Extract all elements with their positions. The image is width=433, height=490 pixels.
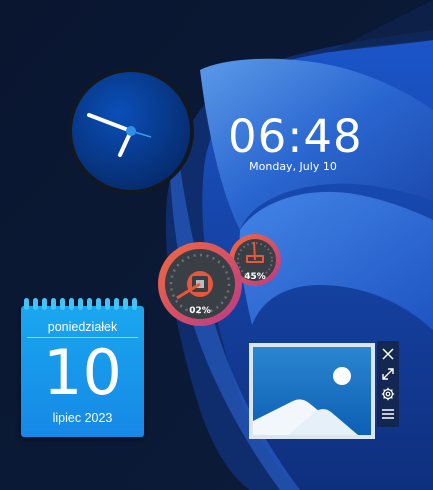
photo-frame [249, 343, 375, 439]
calendar-weekday: poniedziałek [47, 320, 118, 334]
close-button[interactable] [377, 343, 399, 364]
settings-button[interactable] [377, 383, 399, 404]
system-meter-widget: 45% 02% [150, 228, 285, 328]
clock-time: 06:48 [228, 110, 363, 163]
memory-percent: 45% [244, 272, 266, 282]
photo-area [253, 347, 371, 435]
close-icon [382, 347, 394, 360]
digital-clock: 06:48 Monday, July 10 [228, 110, 363, 174]
gear-icon [381, 387, 395, 400]
menu-button[interactable] [377, 403, 399, 424]
cpu-percent: 02% [189, 306, 211, 316]
photo-widget-toolbar [377, 341, 399, 427]
photo-widget[interactable] [249, 343, 375, 439]
resize-button[interactable] [377, 363, 399, 384]
resize-icon [382, 367, 394, 380]
image-placeholder-icon [253, 367, 358, 435]
calendar-widget: poniedziałek 10 lipiec 2023 [21, 298, 144, 437]
analog-clock [68, 68, 194, 194]
calendar-day: 10 [43, 336, 122, 409]
calendar-rings [24, 298, 137, 310]
menu-icon [382, 408, 394, 419]
calendar-month-year: lipiec 2023 [52, 411, 113, 425]
